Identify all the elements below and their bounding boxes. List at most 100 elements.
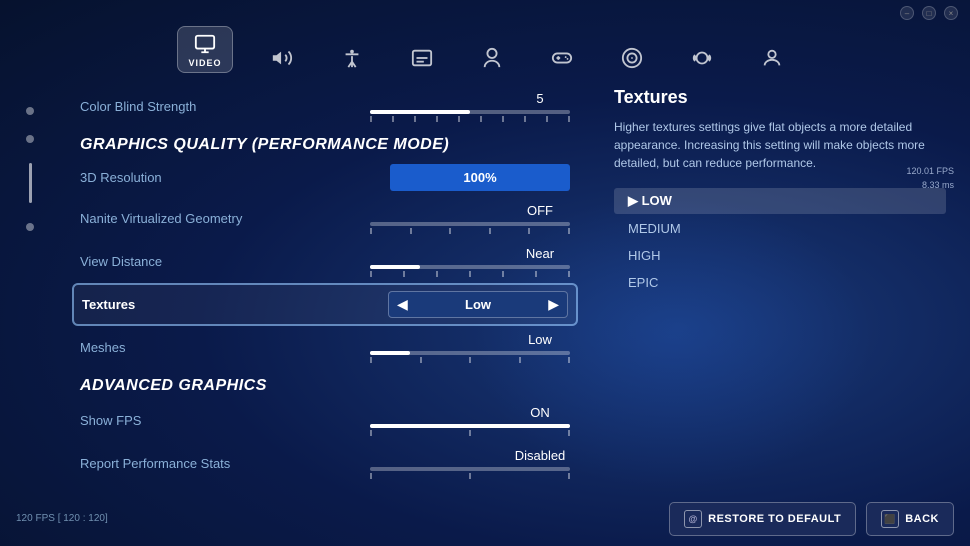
- nav-gamepad[interactable]: [681, 41, 723, 73]
- bottom-buttons: @ RESTORE TO DEFAULT ⬛ BACK: [669, 502, 954, 536]
- tick-1: [370, 116, 372, 122]
- nav-video-label: VIDEO: [188, 58, 221, 68]
- tick-5: [458, 116, 460, 122]
- slider-ticks: [370, 116, 570, 122]
- meshes-label: Meshes: [80, 340, 126, 355]
- sidebar: [0, 77, 60, 533]
- report-stats-slider[interactable]: [370, 467, 570, 471]
- show-fps-slider[interactable]: [370, 424, 570, 428]
- tick-7: [502, 116, 504, 122]
- show-fps-label: Show FPS: [80, 413, 141, 428]
- textures-next-arrow[interactable]: ▶: [548, 296, 559, 313]
- meshes-ticks: [370, 357, 570, 363]
- color-blind-label: Color Blind Strength: [80, 99, 196, 114]
- nav-account[interactable]: [471, 41, 513, 73]
- fps-badge: 120.01 FPS 8.33 ms: [906, 165, 954, 192]
- textures-row[interactable]: Textures ◀ Low ▶: [72, 283, 578, 326]
- tick-9: [546, 116, 548, 122]
- color-blind-row: Color Blind Strength 5: [80, 85, 570, 128]
- tick-4: [436, 116, 438, 122]
- maximize-btn[interactable]: □: [922, 6, 936, 20]
- meshes-fill: [370, 351, 410, 355]
- meshes-slider[interactable]: [370, 351, 570, 355]
- restore-default-button[interactable]: @ RESTORE TO DEFAULT: [669, 502, 856, 536]
- quality-option-low[interactable]: LOW: [614, 188, 946, 214]
- fps-display: 120.01 FPS: [906, 166, 954, 176]
- back-label: BACK: [905, 513, 939, 525]
- settings-panel: Color Blind Strength 5: [60, 77, 590, 533]
- textures-prev-arrow[interactable]: ◀: [397, 296, 408, 313]
- report-stats-control: Disabled: [370, 448, 570, 479]
- nav-network[interactable]: [611, 41, 653, 73]
- report-stats-label: Report Performance Stats: [80, 456, 230, 471]
- fps-info: 120 FPS [ 120 : 120]: [16, 512, 108, 526]
- restore-label: RESTORE TO DEFAULT: [708, 513, 841, 525]
- textures-selector[interactable]: ◀ Low ▶: [388, 291, 568, 318]
- sidebar-line: [29, 163, 32, 203]
- meshes-value: Low: [510, 332, 570, 347]
- subtitles-icon: [411, 47, 433, 69]
- info-title: Textures: [614, 87, 946, 108]
- nav-controller[interactable]: [541, 41, 583, 73]
- show-fps-row: Show FPS ON: [80, 399, 570, 442]
- sidebar-dot-3: [26, 223, 34, 231]
- nanite-slider[interactable]: [370, 222, 570, 226]
- nanite-ticks: [370, 228, 570, 234]
- tick-3: [414, 116, 416, 122]
- controller-icon: [551, 47, 573, 69]
- tick-10: [568, 116, 570, 122]
- restore-icon: @: [684, 510, 702, 528]
- view-distance-label: View Distance: [80, 254, 162, 269]
- view-distance-slider[interactable]: [370, 265, 570, 269]
- quality-option-epic[interactable]: EPIC: [614, 270, 946, 295]
- main-content: Color Blind Strength 5: [0, 77, 970, 533]
- view-distance-row: View Distance Near: [80, 240, 570, 283]
- tick-8: [524, 116, 526, 122]
- quality-list: LOW MEDIUM HIGH EPIC: [614, 188, 946, 295]
- sidebar-dot-1: [26, 107, 34, 115]
- report-stats-ticks: [370, 473, 570, 479]
- color-blind-fill: [370, 110, 470, 114]
- nav-subtitles[interactable]: [401, 41, 443, 73]
- show-fps-ticks: [370, 430, 570, 436]
- nav-video[interactable]: VIDEO: [177, 26, 232, 73]
- info-panel: Textures 120.01 FPS 8.33 ms Higher textu…: [590, 77, 970, 533]
- meshes-row: Meshes Low: [80, 326, 570, 369]
- gamepad-icon: [691, 47, 713, 69]
- graphics-quality-title: GRAPHICS QUALITY (PERFORMANCE MODE): [80, 128, 570, 158]
- back-button[interactable]: ⬛ BACK: [866, 502, 954, 536]
- audio-icon: [271, 47, 293, 69]
- quality-option-medium[interactable]: MEDIUM: [614, 216, 946, 241]
- info-description: Higher textures settings give flat objec…: [614, 118, 946, 172]
- view-distance-ticks: [370, 271, 570, 277]
- resolution-value[interactable]: 100%: [390, 164, 570, 191]
- network-icon: [621, 47, 643, 69]
- nav-audio[interactable]: [261, 41, 303, 73]
- textures-label: Textures: [82, 297, 135, 312]
- nanite-value: OFF: [510, 203, 570, 218]
- account-icon: [481, 47, 503, 69]
- nanite-label: Nanite Virtualized Geometry: [80, 211, 242, 226]
- window-controls: – □ ×: [900, 6, 958, 20]
- view-distance-fill: [370, 265, 420, 269]
- monitor-icon: [194, 33, 216, 55]
- titlebar: – □ ×: [0, 0, 970, 22]
- color-blind-slider[interactable]: [370, 110, 570, 114]
- color-blind-value: 5: [510, 91, 570, 106]
- view-distance-control: Near: [370, 246, 570, 277]
- quality-option-high[interactable]: HIGH: [614, 243, 946, 268]
- report-stats-row: Report Performance Stats Disabled: [80, 442, 570, 485]
- report-stats-value: Disabled: [510, 448, 570, 463]
- fps-ms: 8.33 ms: [922, 180, 954, 190]
- close-btn[interactable]: ×: [944, 6, 958, 20]
- tick-2: [392, 116, 394, 122]
- nav-profile[interactable]: [751, 41, 793, 73]
- view-distance-value: Near: [510, 246, 570, 261]
- nav-accessibility[interactable]: [331, 41, 373, 73]
- bottom-bar: 120 FPS [ 120 : 120] @ RESTORE TO DEFAUL…: [0, 492, 970, 546]
- minimize-btn[interactable]: –: [900, 6, 914, 20]
- accessibility-icon: [341, 47, 363, 69]
- show-fps-value: ON: [510, 405, 570, 420]
- fps-info-text: 120 FPS [ 120 : 120]: [16, 513, 108, 524]
- nav-row: VIDEO: [0, 22, 970, 77]
